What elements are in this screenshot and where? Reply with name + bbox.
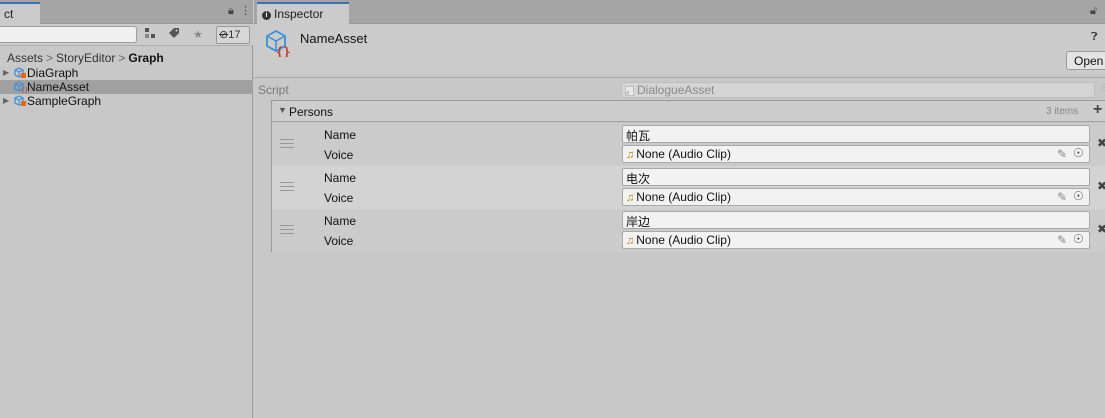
object-picker-icon[interactable]: ☉ bbox=[1073, 232, 1084, 246]
script-row: Script #DialogueAsset ☉ bbox=[254, 80, 1105, 98]
prefab-asset-icon bbox=[14, 67, 26, 78]
voice-field[interactable]: ♫ None (Audio Clip) ✎ ☉ bbox=[622, 188, 1090, 206]
hidden-packages-toggle[interactable]: ⊘17 bbox=[216, 26, 250, 44]
persons-list: ▼ Persons 3 items + Name 帕瓦 Voice ♫ None … bbox=[271, 100, 1105, 252]
asset-title: NameAsset bbox=[300, 31, 368, 46]
tab-inspector[interactable]: i Inspector bbox=[257, 2, 349, 24]
fold-arrow-down-icon[interactable]: ▼ bbox=[278, 105, 287, 115]
edit-pencil-icon[interactable]: ✎ bbox=[1057, 233, 1067, 247]
breadcrumb-graph[interactable]: Graph bbox=[128, 51, 163, 65]
asset-list: ▶ DiaGraph {} NameAsset ▶ SampleGraph bbox=[0, 66, 253, 108]
unity-editor: ct 🔒︎ ⋮ ★ ⊘17 Assets > StoryEditor > Graph ▶ bbox=[0, 0, 1105, 418]
name-field[interactable]: 岸边 bbox=[622, 211, 1090, 229]
persons-list-title: Persons bbox=[289, 105, 334, 119]
list-item-label: DiaGraph bbox=[27, 66, 79, 80]
voice-field[interactable]: ♫ None (Audio Clip) ✎ ☉ bbox=[622, 145, 1090, 163]
voice-label: Voice bbox=[324, 234, 354, 248]
remove-element-icon[interactable]: ✖ bbox=[1097, 179, 1105, 193]
drag-handle-icon[interactable] bbox=[280, 182, 294, 191]
voice-value: None (Audio Clip) bbox=[636, 147, 731, 161]
breadcrumb-assets[interactable]: Assets bbox=[7, 51, 43, 65]
inspector-empty-area bbox=[254, 255, 1105, 418]
scriptable-object-icon: {} bbox=[14, 81, 27, 93]
list-element: Name 帕瓦 Voice ♫ None (Audio Clip) ✎ ☉ ✖ bbox=[272, 123, 1105, 166]
tab-project[interactable]: ct bbox=[0, 2, 40, 24]
help-icon[interactable]: ❓︎ bbox=[1091, 31, 1098, 44]
project-toolbar: ★ ⊘17 bbox=[0, 24, 253, 46]
panel-menu-icon[interactable]: ⋮ bbox=[240, 4, 251, 17]
tab-inspector-label: Inspector bbox=[274, 7, 324, 21]
lock-icon[interactable]: 🔒︎ bbox=[228, 5, 234, 18]
fold-arrow-icon[interactable]: ▶ bbox=[3, 66, 9, 80]
name-label: Name bbox=[324, 171, 357, 185]
name-field[interactable]: 电次 bbox=[622, 168, 1090, 186]
list-count: 3 items bbox=[1046, 106, 1079, 117]
list-element: Name 电次 Voice ♫ None (Audio Clip) ✎ ☉ ✖ bbox=[272, 166, 1105, 209]
list-item[interactable]: {} NameAsset bbox=[0, 80, 253, 94]
open-button[interactable]: Open bbox=[1066, 51, 1105, 70]
info-icon: i bbox=[262, 11, 271, 20]
script-field: # DialogueAsset bbox=[621, 82, 1095, 98]
lock-icon[interactable]: 🔓︎ bbox=[1090, 5, 1097, 18]
breadcrumb-separator: > bbox=[118, 51, 126, 65]
svg-text:{}: {} bbox=[276, 45, 290, 57]
script-value: DialogueAsset bbox=[637, 83, 715, 97]
audio-clip-icon: ♫ bbox=[626, 192, 635, 204]
inspector-panel: i Inspector 🔓︎ {} NameAsset ❓︎ Open Scrip… bbox=[254, 0, 1105, 418]
object-picker-icon: ☉ bbox=[1101, 83, 1105, 94]
list-item[interactable]: ▶ DiaGraph bbox=[0, 66, 253, 80]
breadcrumb-separator: > bbox=[46, 51, 54, 65]
name-field[interactable]: 帕瓦 bbox=[622, 125, 1090, 143]
audio-clip-icon: ♫ bbox=[626, 235, 635, 247]
inspector-header: {} NameAsset ❓︎ Open bbox=[254, 25, 1105, 75]
breadcrumb: Assets > StoryEditor > Graph bbox=[7, 51, 164, 65]
voice-label: Voice bbox=[324, 148, 354, 162]
list-element: Name 岸边 Voice ♫ None (Audio Clip) ✎ ☉ ✖ bbox=[272, 209, 1105, 252]
list-item-label: SampleGraph bbox=[27, 94, 102, 108]
voice-value: None (Audio Clip) bbox=[636, 233, 731, 247]
project-panel: ct 🔒︎ ⋮ ★ ⊘17 Assets > StoryEditor > Graph ▶ bbox=[0, 0, 253, 418]
edit-pencil-icon[interactable]: ✎ bbox=[1057, 147, 1067, 161]
filter-by-label-icon[interactable] bbox=[166, 27, 182, 43]
filter-by-type-icon[interactable] bbox=[142, 27, 158, 43]
breadcrumb-storyeditor[interactable]: StoryEditor bbox=[56, 51, 115, 65]
divider bbox=[254, 77, 1105, 78]
object-picker-icon[interactable]: ☉ bbox=[1073, 189, 1084, 203]
search-input[interactable] bbox=[0, 26, 137, 43]
eye-slash-icon: ⊘ bbox=[219, 29, 229, 41]
voice-label: Voice bbox=[324, 191, 354, 205]
list-item[interactable]: ▶ SampleGraph bbox=[0, 94, 253, 108]
favorite-star-icon[interactable]: ★ bbox=[190, 27, 206, 43]
drag-handle-icon[interactable] bbox=[280, 225, 294, 234]
voice-value: None (Audio Clip) bbox=[636, 190, 731, 204]
script-file-icon: # bbox=[625, 86, 634, 97]
remove-element-icon[interactable]: ✖ bbox=[1097, 136, 1105, 150]
list-item-label: NameAsset bbox=[27, 80, 90, 94]
script-label: Script bbox=[258, 83, 289, 97]
hidden-packages-count: 17 bbox=[228, 29, 241, 41]
inspector-tab-bar: i Inspector 🔓︎ bbox=[254, 0, 1105, 24]
drag-handle-icon[interactable] bbox=[280, 139, 294, 148]
add-element-icon[interactable]: + bbox=[1093, 101, 1105, 119]
object-picker-icon[interactable]: ☉ bbox=[1073, 146, 1084, 160]
scriptable-object-icon: {} bbox=[266, 29, 290, 57]
fold-arrow-icon[interactable]: ▶ bbox=[3, 94, 9, 108]
persons-list-header[interactable]: ▼ Persons 3 items + bbox=[272, 101, 1105, 122]
project-tab-bar: ct 🔒︎ ⋮ bbox=[0, 0, 253, 24]
name-label: Name bbox=[324, 214, 357, 228]
prefab-asset-icon bbox=[14, 95, 26, 106]
remove-element-icon[interactable]: ✖ bbox=[1097, 222, 1105, 236]
audio-clip-icon: ♫ bbox=[626, 149, 635, 161]
edit-pencil-icon[interactable]: ✎ bbox=[1057, 190, 1067, 204]
voice-field[interactable]: ♫ None (Audio Clip) ✎ ☉ bbox=[622, 231, 1090, 249]
name-label: Name bbox=[324, 128, 357, 142]
